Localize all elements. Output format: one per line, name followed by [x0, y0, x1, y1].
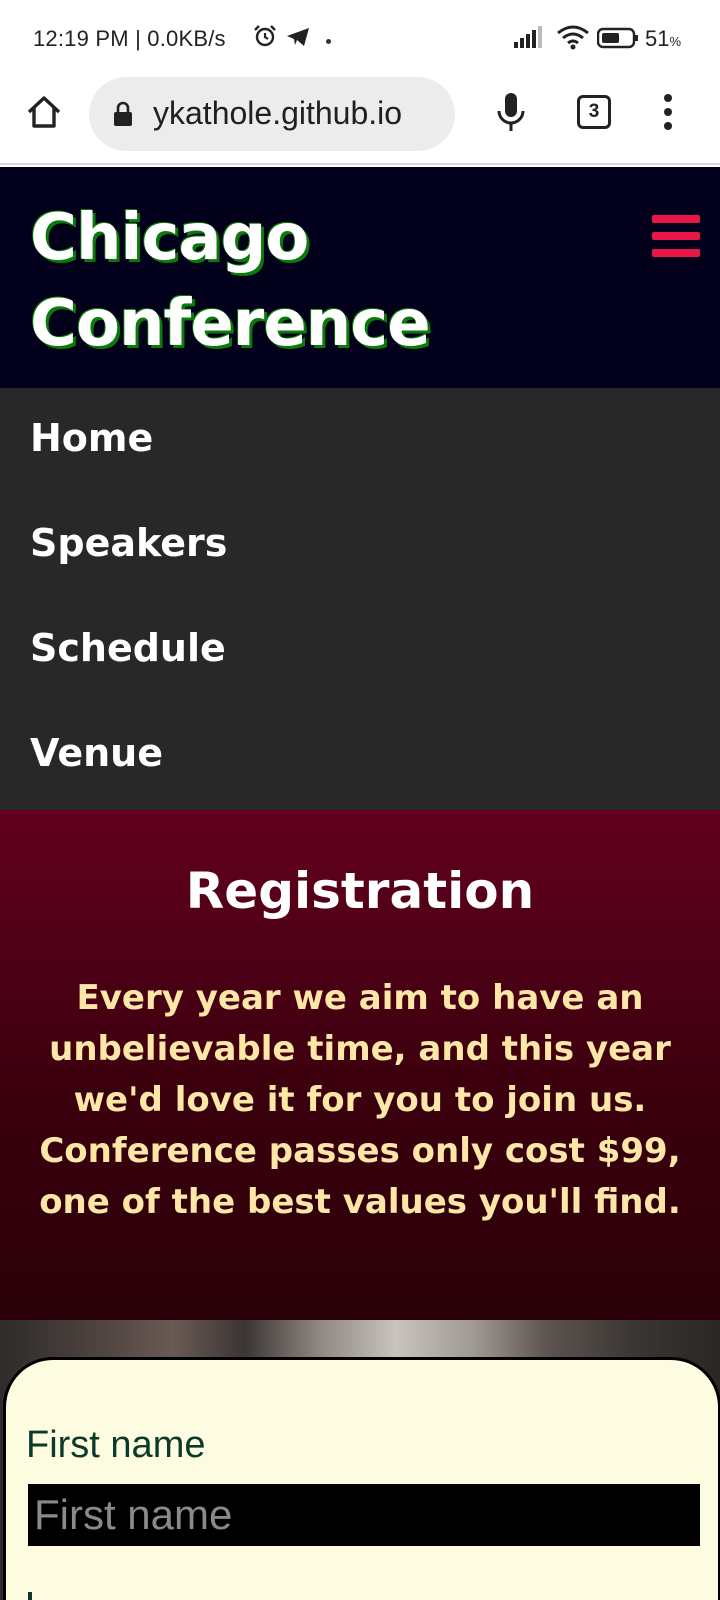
site-title[interactable]: Chicago Conference	[30, 195, 431, 367]
site-header: Chicago Conference	[0, 167, 720, 388]
nav-item-venue[interactable]: Venue	[30, 731, 163, 775]
tab-switcher-button[interactable]: 3	[577, 95, 611, 129]
browser-toolbar: ykathole.github.io 3	[0, 75, 720, 165]
lock-icon	[114, 101, 132, 126]
more-options-icon[interactable]	[660, 93, 676, 131]
site-title-line2: Conference	[30, 287, 431, 361]
next-field-label-fragment	[28, 1592, 32, 1600]
registration-title: Registration	[185, 862, 535, 920]
notification-dot-icon	[326, 39, 331, 44]
nav-menu: Home Speakers Schedule Venue	[0, 388, 720, 810]
registration-section: Registration Every year we aim to have a…	[0, 810, 720, 1320]
battery-icon	[597, 27, 638, 49]
nav-item-home[interactable]: Home	[30, 416, 153, 460]
telegram-icon	[287, 28, 309, 46]
battery-level: 51%	[645, 26, 682, 51]
alarm-icon	[254, 25, 276, 47]
nav-item-schedule[interactable]: Schedule	[30, 626, 226, 670]
address-bar[interactable]: ykathole.github.io	[89, 77, 455, 151]
first-name-input[interactable]	[28, 1484, 700, 1546]
nav-item-speakers[interactable]: Speakers	[30, 521, 227, 565]
registration-description: Every year we aim to have an unbelievabl…	[39, 978, 681, 1222]
site-title-line1: Chicago	[30, 201, 309, 275]
status-time: 12:19 PM | 0.0KB/s	[33, 26, 226, 51]
status-bar: 12:19 PM | 0.0KB/s 51%	[0, 0, 720, 75]
url-text: ykathole.github.io	[153, 95, 403, 131]
microphone-icon[interactable]	[496, 91, 526, 133]
signal-icon	[514, 26, 542, 48]
first-name-label: First name	[26, 1424, 206, 1466]
registration-form: First name	[3, 1357, 720, 1600]
hamburger-menu-icon[interactable]	[652, 215, 700, 257]
wifi-icon	[557, 25, 589, 50]
home-icon[interactable]	[24, 92, 64, 132]
